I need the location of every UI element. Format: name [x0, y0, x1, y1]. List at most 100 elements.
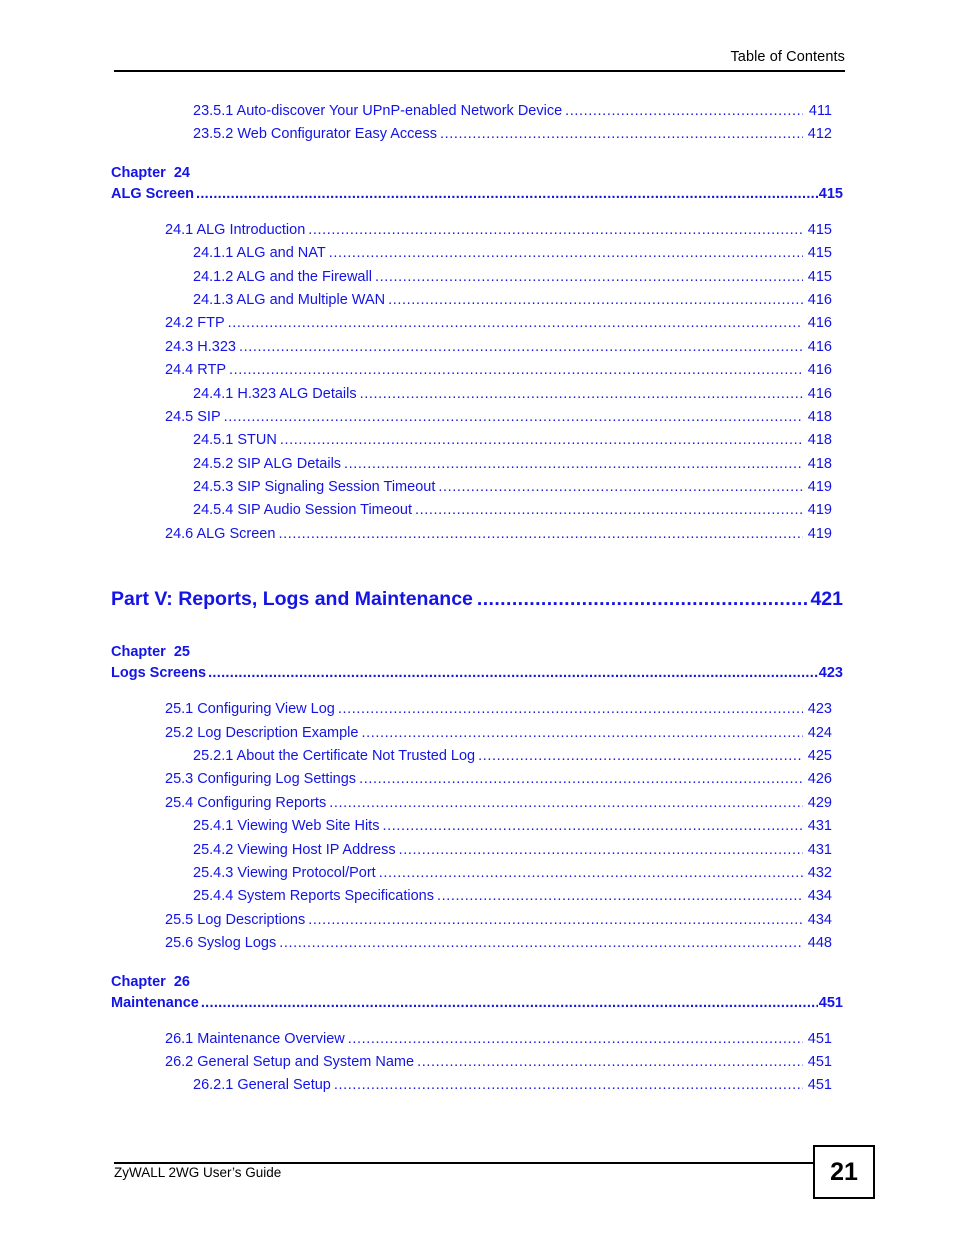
- toc-entry[interactable]: 25.2.1 About the Certificate Not Trusted…: [0, 745, 954, 768]
- toc-entry[interactable]: 24.1.3 ALG and Multiple WAN ............…: [0, 289, 954, 312]
- toc-entry[interactable]: 24.1.1 ALG and NAT .....................…: [0, 242, 954, 265]
- toc-leader-dots: ........................................…: [439, 126, 803, 143]
- toc-entry[interactable]: 24.4 RTP ...............................…: [0, 359, 954, 382]
- toc-entry[interactable]: 25.5 Log Descriptions ..................…: [0, 909, 954, 932]
- toc-entry[interactable]: 24.3 H.323 .............................…: [0, 336, 954, 359]
- toc-leader-dots: ........................................…: [344, 455, 803, 472]
- part-heading-v[interactable]: Part V: Reports, Logs and Maintenance ..…: [0, 586, 954, 612]
- toc-entry-label: 25.4 Configuring Reports: [165, 794, 327, 811]
- toc-entry-label: 25.3 Configuring Log Settings: [165, 771, 357, 788]
- toc-entry-page: 432: [807, 864, 832, 881]
- toc-entry-label: 24.4.1 H.323 ALG Details: [193, 385, 357, 402]
- toc-entry-label: 24.5.2 SIP ALG Details: [193, 455, 342, 472]
- toc-entry-label: 24.1 ALG Introduction: [165, 221, 306, 238]
- toc-entry-page: 418: [807, 408, 832, 425]
- toc-entry-page: 448: [807, 935, 832, 952]
- document-page: Table of Contents 23.5.1 Auto-discover Y…: [0, 0, 954, 1235]
- toc-entry-label: 25.2.1 About the Certificate Not Trusted…: [193, 748, 476, 765]
- toc-leader-dots: ........................................…: [388, 291, 803, 308]
- toc-entry-label: 25.4.1 Viewing Web Site Hits: [193, 818, 380, 835]
- footer-guide-title: ZyWALL 2WG User’s Guide: [114, 1165, 282, 1180]
- page-header: Table of Contents: [114, 48, 845, 72]
- toc-leader-dots: ........................................…: [436, 888, 803, 905]
- toc-entry-label: 24.1.1 ALG and NAT: [193, 245, 326, 262]
- toc-leader-dots: ........................................…: [227, 315, 803, 332]
- toc-entry-label: 26.2 General Setup and System Name: [165, 1053, 415, 1070]
- toc-entry-page: 431: [807, 841, 832, 858]
- toc-entry[interactable]: 25.4.3 Viewing Protocol/Port ...........…: [0, 862, 954, 885]
- toc-entry-page: 419: [807, 479, 832, 496]
- toc-entry-label: 23.5.1 Auto-discover Your UPnP-enabled N…: [193, 102, 563, 119]
- toc-entry[interactable]: 25.4.2 Viewing Host IP Address .........…: [0, 839, 954, 862]
- toc-entry-label: 25.6 Syslog Logs: [165, 935, 277, 952]
- toc-entry[interactable]: 26.2 General Setup and System Name .....…: [0, 1051, 954, 1074]
- chapter-title: Logs Screens: [111, 665, 207, 682]
- toc-leader-dots: ........................................…: [308, 911, 803, 928]
- toc-leader-dots: ........................................…: [361, 724, 803, 741]
- toc-entry[interactable]: 25.4.1 Viewing Web Site Hits ...........…: [0, 815, 954, 838]
- toc-entry[interactable]: 24.5.3 SIP Signaling Session Timeout ...…: [0, 476, 954, 499]
- toc-entry[interactable]: 24.5 SIP ...............................…: [0, 406, 954, 429]
- toc-entry-label: 23.5.2 Web Configurator Easy Access: [193, 126, 437, 143]
- chapter-page: 451: [818, 994, 843, 1011]
- toc-entry-label: 24.5.4 SIP Audio Session Timeout: [193, 502, 412, 519]
- toc-entry-label: 24.1.2 ALG and the Firewall: [193, 268, 372, 285]
- toc-entry[interactable]: 23.5.1 Auto-discover Your UPnP-enabled N…: [0, 100, 954, 123]
- toc-entry-page: 424: [807, 724, 832, 741]
- toc-entry-page: 415: [807, 268, 832, 285]
- toc-entry-page: 429: [807, 794, 832, 811]
- page-number: 21: [830, 1157, 858, 1186]
- toc-leader-dots: ........................................…: [279, 432, 803, 449]
- toc-entry-page: 416: [807, 385, 832, 402]
- toc-entry[interactable]: 25.6 Syslog Logs .......................…: [0, 932, 954, 955]
- toc-entry[interactable]: 24.1.2 ALG and the Firewall ............…: [0, 266, 954, 289]
- toc-entry-page: 434: [807, 888, 832, 905]
- chapter-heading-24[interactable]: Chapter 24 ALG Screen ..................…: [0, 163, 954, 205]
- toc-leader-dots: ........................................…: [279, 935, 803, 952]
- toc-leader-dots: ........................................…: [382, 818, 803, 835]
- toc-entry-page: 426: [807, 771, 832, 788]
- toc-entry[interactable]: 23.5.2 Web Configurator Easy Access ....…: [0, 123, 954, 146]
- toc-entry[interactable]: 25.4.4 System Reports Specifications ...…: [0, 885, 954, 908]
- toc-entry[interactable]: 25.2 Log Description Example ...........…: [0, 722, 954, 745]
- toc-entry-label: 26.2.1 General Setup: [193, 1077, 331, 1094]
- toc-entry[interactable]: 26.2.1 General Setup ...................…: [0, 1074, 954, 1097]
- chapter-heading-26[interactable]: Chapter 26 Maintenance .................…: [0, 972, 954, 1014]
- toc-entry-page: 451: [807, 1053, 832, 1070]
- toc-entry-page: 415: [807, 245, 832, 262]
- toc-entry-label: 24.1.3 ALG and Multiple WAN: [193, 291, 386, 308]
- chapter-heading-25[interactable]: Chapter 25 Logs Screens ................…: [0, 642, 954, 684]
- toc-entry[interactable]: 24.1 ALG Introduction ..................…: [0, 219, 954, 242]
- toc-entry[interactable]: 24.4.1 H.323 ALG Details ...............…: [0, 383, 954, 406]
- toc-entry[interactable]: 25.1 Configuring View Log ..............…: [0, 698, 954, 721]
- toc-entry-page: 415: [807, 221, 832, 238]
- toc-group-chapter-26: 26.1 Maintenance Overview ..............…: [0, 1028, 954, 1098]
- toc-leader-dots: ........................................…: [238, 338, 803, 355]
- toc-entry-label: 25.2 Log Description Example: [165, 724, 359, 741]
- chapter-title-row[interactable]: Maintenance ............................…: [111, 992, 843, 1014]
- toc-entry[interactable]: 25.4 Configuring Reports ...............…: [0, 792, 954, 815]
- toc-entry-page: 412: [807, 126, 832, 143]
- toc-leader-dots: ........................................…: [278, 525, 803, 542]
- toc-leader-dots: ........................................…: [208, 665, 818, 682]
- page-number-box: 21: [813, 1145, 875, 1199]
- toc-entry[interactable]: 24.2 FTP ...............................…: [0, 312, 954, 335]
- chapter-title-row[interactable]: ALG Screen .............................…: [111, 183, 843, 205]
- toc-leader-dots: ........................................…: [223, 408, 803, 425]
- chapter-page: 423: [818, 665, 843, 682]
- toc-entry[interactable]: 24.5.1 STUN ............................…: [0, 429, 954, 452]
- toc-entry[interactable]: 24.5.2 SIP ALG Details .................…: [0, 453, 954, 476]
- toc-entry[interactable]: 24.6 ALG Screen ........................…: [0, 523, 954, 546]
- part-title-row[interactable]: Part V: Reports, Logs and Maintenance ..…: [111, 586, 843, 612]
- toc-leader-dots: ........................................…: [229, 362, 803, 379]
- toc-entry-page: 423: [807, 701, 832, 718]
- toc-entry-page: 416: [807, 338, 832, 355]
- toc-entry[interactable]: 26.1 Maintenance Overview ..............…: [0, 1028, 954, 1051]
- toc-entry-label: 25.4.3 Viewing Protocol/Port: [193, 864, 376, 881]
- toc-entry[interactable]: 24.5.4 SIP Audio Session Timeout .......…: [0, 499, 954, 522]
- toc-entry-label: 25.1 Configuring View Log: [165, 701, 335, 718]
- chapter-title-row[interactable]: Logs Screens ...........................…: [111, 662, 843, 684]
- chapter-title: ALG Screen: [111, 185, 194, 202]
- toc-entry-page: 418: [807, 432, 832, 449]
- toc-entry[interactable]: 25.3 Configuring Log Settings ..........…: [0, 768, 954, 791]
